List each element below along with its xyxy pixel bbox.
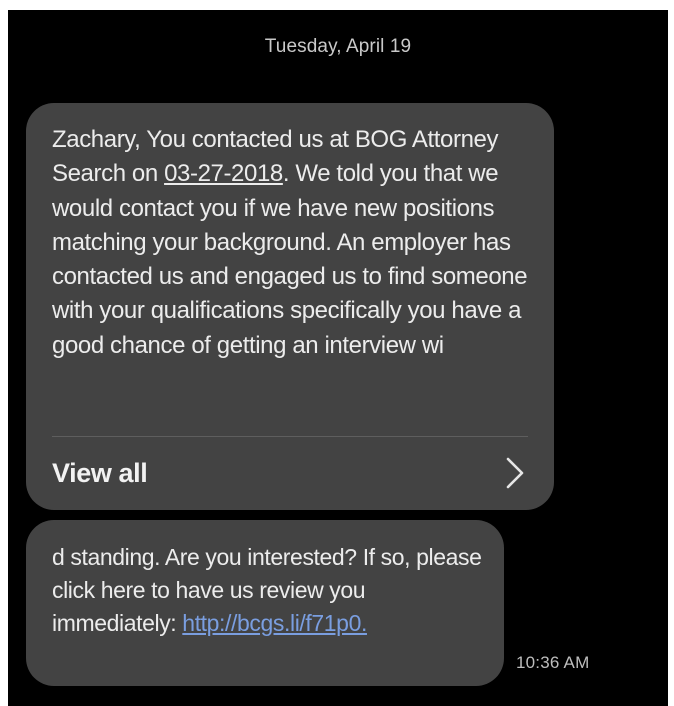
message-bubble[interactable]: d standing. Are you interested? If so, p… [26, 520, 504, 686]
message-text: d standing. Are you interested? If so, p… [52, 541, 486, 640]
date-link[interactable]: 03-27-2018 [164, 160, 283, 187]
divider [52, 436, 528, 437]
message-text-part: . We told you that we would contact you … [52, 160, 528, 359]
view-all-button[interactable]: View all [52, 443, 526, 503]
message-text: Zachary, You contacted us at BOG Attorne… [52, 123, 534, 433]
view-all-label: View all [52, 457, 148, 488]
message-thread: Tuesday, April 19 Zachary, You contacted… [8, 10, 668, 706]
message-timestamp: 10:36 AM [516, 653, 590, 672]
message-link[interactable]: http://bcgs.li/f71p0. [182, 610, 367, 636]
message-bubble[interactable]: Zachary, You contacted us at BOG Attorne… [26, 103, 554, 510]
chevron-right-icon [506, 457, 524, 489]
date-header: Tuesday, April 19 [264, 36, 412, 57]
